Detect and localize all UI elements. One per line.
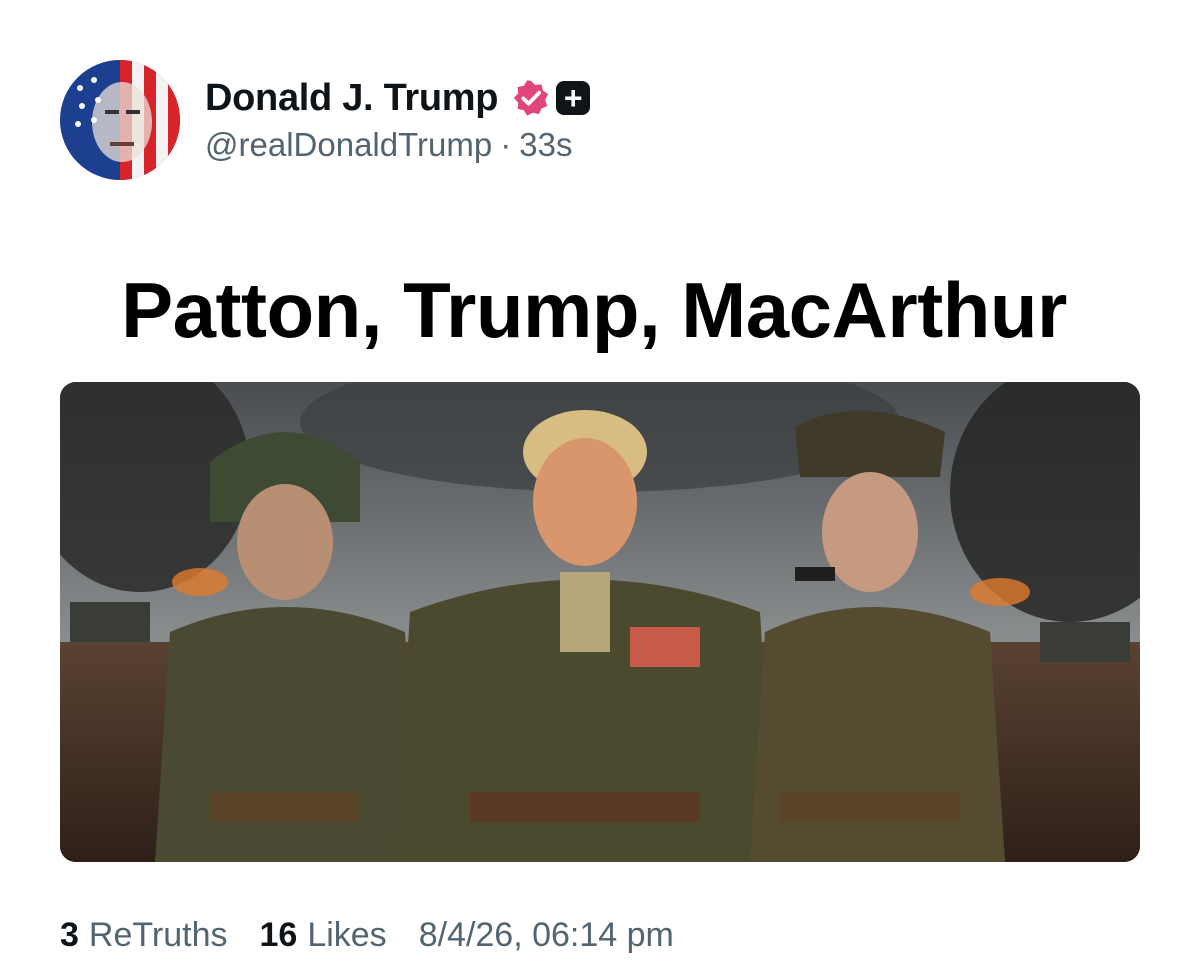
retruths-label: ReTruths [88, 915, 228, 954]
post-header: Donald J. Trump + @realDonaldTrump · 33s [60, 60, 591, 180]
handle[interactable]: @realDonaldTrump [205, 126, 492, 164]
separator: · [500, 126, 512, 163]
author-info: Donald J. Trump + @realDonaldTrump · 33s [205, 74, 591, 166]
retruths-count: 3 [60, 915, 79, 954]
post-age[interactable]: 33s [519, 126, 572, 164]
post-image[interactable] [60, 382, 1140, 862]
avatar[interactable] [60, 60, 180, 180]
post-stats: 3 ReTruths 16 Likes 8/4/26, 06:14 pm [60, 910, 674, 960]
name-row: Donald J. Trump + [205, 74, 591, 122]
verified-badge-icon [514, 80, 549, 116]
display-name[interactable]: Donald J. Trump [205, 77, 499, 120]
likes-stat[interactable]: 16 Likes [259, 916, 386, 955]
handle-row: @realDonaldTrump · 33s [205, 124, 590, 166]
plus-icon: + [556, 81, 591, 115]
post-timestamp[interactable]: 8/4/26, 06:14 pm [419, 916, 674, 955]
post-caption: Patton, Trump, MacArthur [121, 266, 1067, 354]
likes-label: Likes [307, 915, 387, 954]
likes-count: 16 [259, 915, 298, 954]
retruths-stat[interactable]: 3 ReTruths [60, 916, 227, 955]
